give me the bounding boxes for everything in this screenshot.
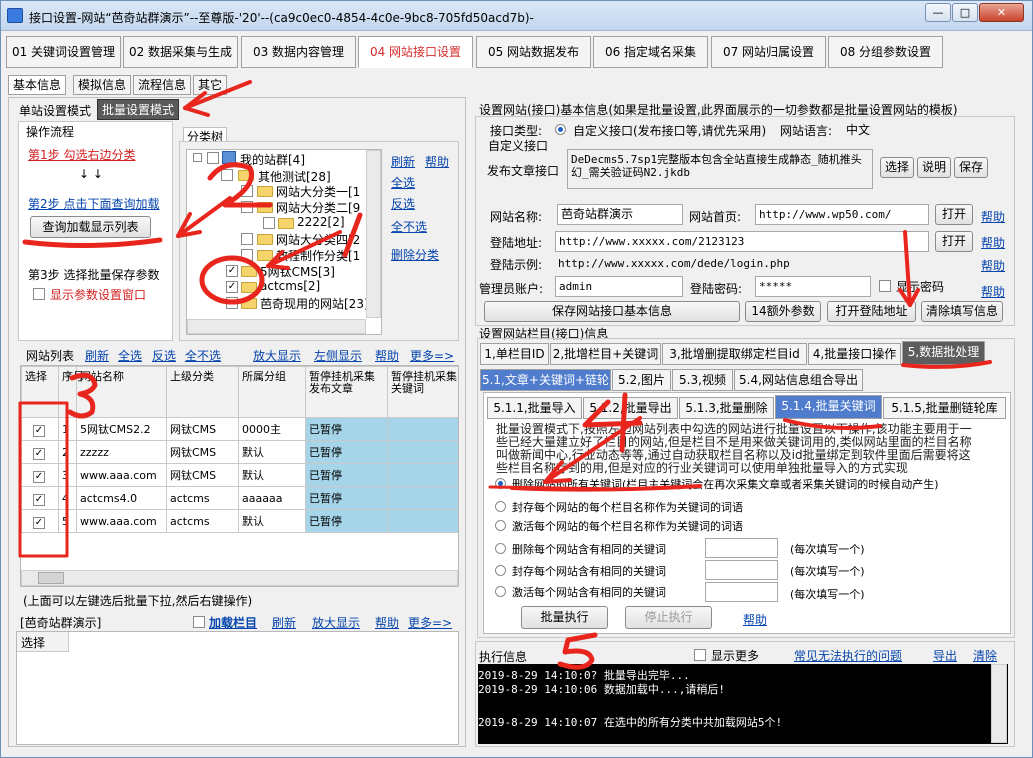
annotation-arrow — [183, 80, 252, 110]
annotation-underline — [488, 485, 622, 491]
annotation-overlay — [18, 80, 992, 670]
annotation-underline — [22, 237, 163, 249]
annotation-underline — [783, 418, 882, 430]
annotation-arrow — [903, 230, 912, 307]
annotation-circle — [199, 255, 265, 305]
annotation-arrow — [266, 230, 342, 268]
annotation-box — [18, 401, 69, 558]
annotation-arrow — [176, 196, 232, 238]
annotation-number-1 — [342, 212, 363, 258]
annotation-underline — [901, 360, 992, 369]
annotation-number-3 — [67, 372, 98, 419]
annotation-number-5 — [557, 632, 598, 670]
annotation-arrow — [176, 212, 202, 238]
annotation-number-2 — [207, 162, 273, 208]
annotation-arrow — [543, 416, 642, 484]
